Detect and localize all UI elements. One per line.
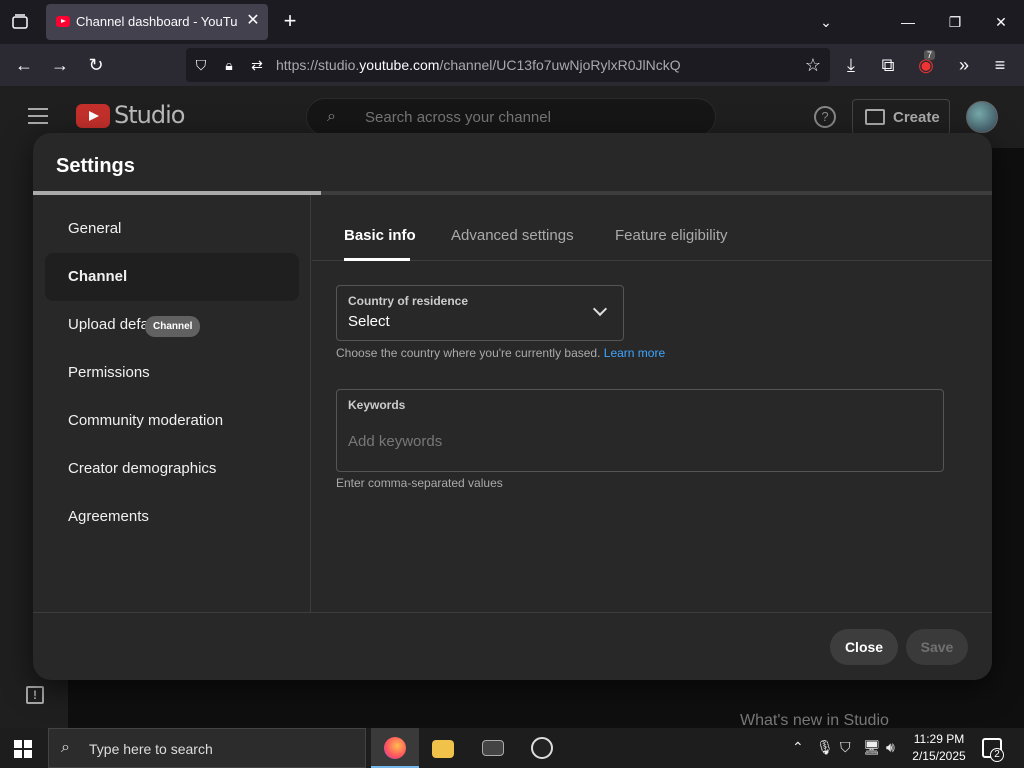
browser-tab-bar: Channel dashboard - YouTube Studio ✕ + ⌄… <box>0 0 1024 44</box>
tooltip: Channel <box>145 316 201 337</box>
settings-nav-community-moderation[interactable]: Community moderation <box>45 397 299 445</box>
help-icon[interactable]: ? <box>814 106 836 128</box>
active-tab-indicator <box>344 258 410 261</box>
tab-feature-eligibility[interactable]: Feature eligibility <box>615 227 728 244</box>
taskbar-search-box[interactable]: ⌕ Type here to search <box>48 728 366 768</box>
microphone-icon[interactable]: 🎙︎ <box>816 739 834 756</box>
search-icon: ⌕ <box>327 108 336 125</box>
avatar[interactable] <box>966 101 998 133</box>
extensions-icon[interactable]: ⧉ <box>876 53 900 77</box>
keywords-input[interactable] <box>348 430 928 452</box>
firefox-taskbar-icon[interactable] <box>371 728 419 768</box>
url-path: /channel/UC13fo7uwNjoRylxR0JlNckQ <box>439 57 681 73</box>
browser-nav-bar: ← → ↻ ⛉ 🔒︎ ⇄ https://studio.youtube.com/… <box>0 44 1024 86</box>
tab-close-icon[interactable]: ✕ <box>242 10 264 32</box>
dialog-title: Settings <box>56 155 135 177</box>
country-helper-text: Choose the country where you're currentl… <box>336 346 665 360</box>
reload-icon[interactable]: ↻ <box>84 53 108 77</box>
settings-nav-label: Agreements <box>68 508 149 525</box>
settings-nav-label: General <box>68 220 122 237</box>
back-arrow-icon[interactable]: ← <box>12 53 36 77</box>
tab-advanced-settings[interactable]: Advanced settings <box>451 227 574 244</box>
country-select-value: Select <box>348 313 390 330</box>
taskbar: ⌕ Type here to search ⌃ 🎙︎ ⛉ 🖥︎ 🔊︎ 11:29… <box>0 728 1024 768</box>
create-video-icon <box>865 109 885 125</box>
obs-taskbar-icon[interactable] <box>518 728 566 768</box>
country-select[interactable]: Country of residence Select <box>336 285 624 341</box>
feedback-icon[interactable]: ! <box>26 686 44 704</box>
extension-badge: 7 <box>924 50 936 60</box>
overflow-chevrons-icon[interactable]: » <box>952 53 976 77</box>
tab-basic-info[interactable]: Basic info <box>344 227 416 244</box>
youtube-logo-icon[interactable] <box>76 104 110 128</box>
minimize-icon[interactable]: — <box>896 10 920 34</box>
close-button[interactable]: Close <box>830 629 898 665</box>
url-text[interactable]: https://studio.youtube.com/channel/UC13f… <box>276 57 681 73</box>
search-icon: ⌕ <box>61 739 70 756</box>
file-explorer-taskbar-icon[interactable] <box>419 728 467 768</box>
windows-start-icon[interactable] <box>14 740 32 758</box>
keywords-helper-text: Enter comma-separated values <box>336 476 503 490</box>
url-domain: youtube.com <box>359 57 440 73</box>
clock-time: 11:29 PM <box>913 732 965 746</box>
notification-count-badge: 2 <box>990 748 1004 762</box>
lock-icon[interactable]: 🔒︎ <box>220 56 238 74</box>
studio-logo-text: Studio <box>114 101 185 129</box>
app-menu-icon[interactable]: ≡ <box>988 53 1012 77</box>
settings-nav-creator-demographics[interactable]: Creator demographics <box>45 445 299 493</box>
settings-nav: General Channel Upload defaults Permissi… <box>33 195 311 612</box>
security-icon[interactable]: ⛉ <box>840 739 851 756</box>
network-icon[interactable]: 🖥︎ <box>863 739 881 756</box>
save-button[interactable]: Save <box>906 629 968 665</box>
hamburger-menu-icon[interactable] <box>28 108 48 124</box>
youtube-favicon-icon <box>56 16 70 27</box>
keywords-field[interactable]: Keywords <box>336 389 944 472</box>
window-close-icon[interactable]: ✕ <box>989 10 1013 34</box>
studio-search-placeholder: Search across your channel <box>365 109 551 126</box>
volume-icon[interactable]: 🔊︎ <box>886 739 895 756</box>
settings-nav-channel[interactable]: Channel <box>45 253 299 301</box>
settings-nav-agreements[interactable]: Agreements <box>45 493 299 541</box>
country-helper-label: Choose the country where you're currentl… <box>336 346 601 360</box>
new-tab-plus-icon[interactable]: + <box>280 10 300 34</box>
browser-tab-active[interactable]: Channel dashboard - YouTube Studio ✕ <box>46 4 268 40</box>
url-prefix: https://studio. <box>276 57 360 73</box>
settings-nav-label: Community moderation <box>68 412 224 429</box>
settings-nav-general[interactable]: General <box>45 205 299 253</box>
taskbar-search-placeholder: Type here to search <box>89 741 213 757</box>
show-hidden-icons-icon[interactable]: ⌃ <box>792 739 804 756</box>
bookmark-star-icon[interactable]: ☆ <box>801 53 825 77</box>
tab-overflow-chevron-icon[interactable]: ⌄ <box>814 10 838 34</box>
settings-nav-label: Permissions <box>68 364 150 381</box>
settings-dialog: Settings General Channel Upload defaults… <box>33 133 992 680</box>
settings-tabs: Basic info Advanced settings Feature eli… <box>312 195 992 261</box>
restore-icon[interactable]: ❐ <box>943 10 967 34</box>
dialog-footer: Close Save <box>33 612 992 680</box>
learn-more-link[interactable]: Learn more <box>604 346 665 360</box>
clock-date: 2/15/2025 <box>912 749 966 763</box>
chevron-down-icon <box>593 302 607 316</box>
permissions-icon[interactable]: ⇄ <box>248 56 266 74</box>
shield-icon[interactable]: ⛉ <box>192 56 210 74</box>
downloads-icon[interactable]: ⤓ <box>839 53 863 77</box>
create-button[interactable]: Create <box>852 99 950 135</box>
settings-nav-label: Creator demographics <box>68 460 217 477</box>
terminal-taskbar-icon[interactable] <box>469 728 517 768</box>
url-bar[interactable]: ⛉ 🔒︎ ⇄ https://studio.youtube.com/channe… <box>186 48 830 82</box>
system-clock[interactable]: 11:29 PM 2/15/2025 <box>906 731 972 765</box>
forward-arrow-icon[interactable]: → <box>48 53 72 77</box>
country-field-label: Country of residence <box>348 294 469 308</box>
studio-search-bar[interactable]: ⌕ Search across your channel <box>306 98 716 136</box>
tab-list-icon[interactable] <box>8 10 32 34</box>
keywords-field-label: Keywords <box>348 398 406 412</box>
settings-nav-label: Channel <box>68 268 128 285</box>
settings-nav-permissions[interactable]: Permissions <box>45 349 299 397</box>
tab-title: Channel dashboard - YouTube Studio <box>76 14 238 29</box>
create-label: Create <box>893 109 940 126</box>
